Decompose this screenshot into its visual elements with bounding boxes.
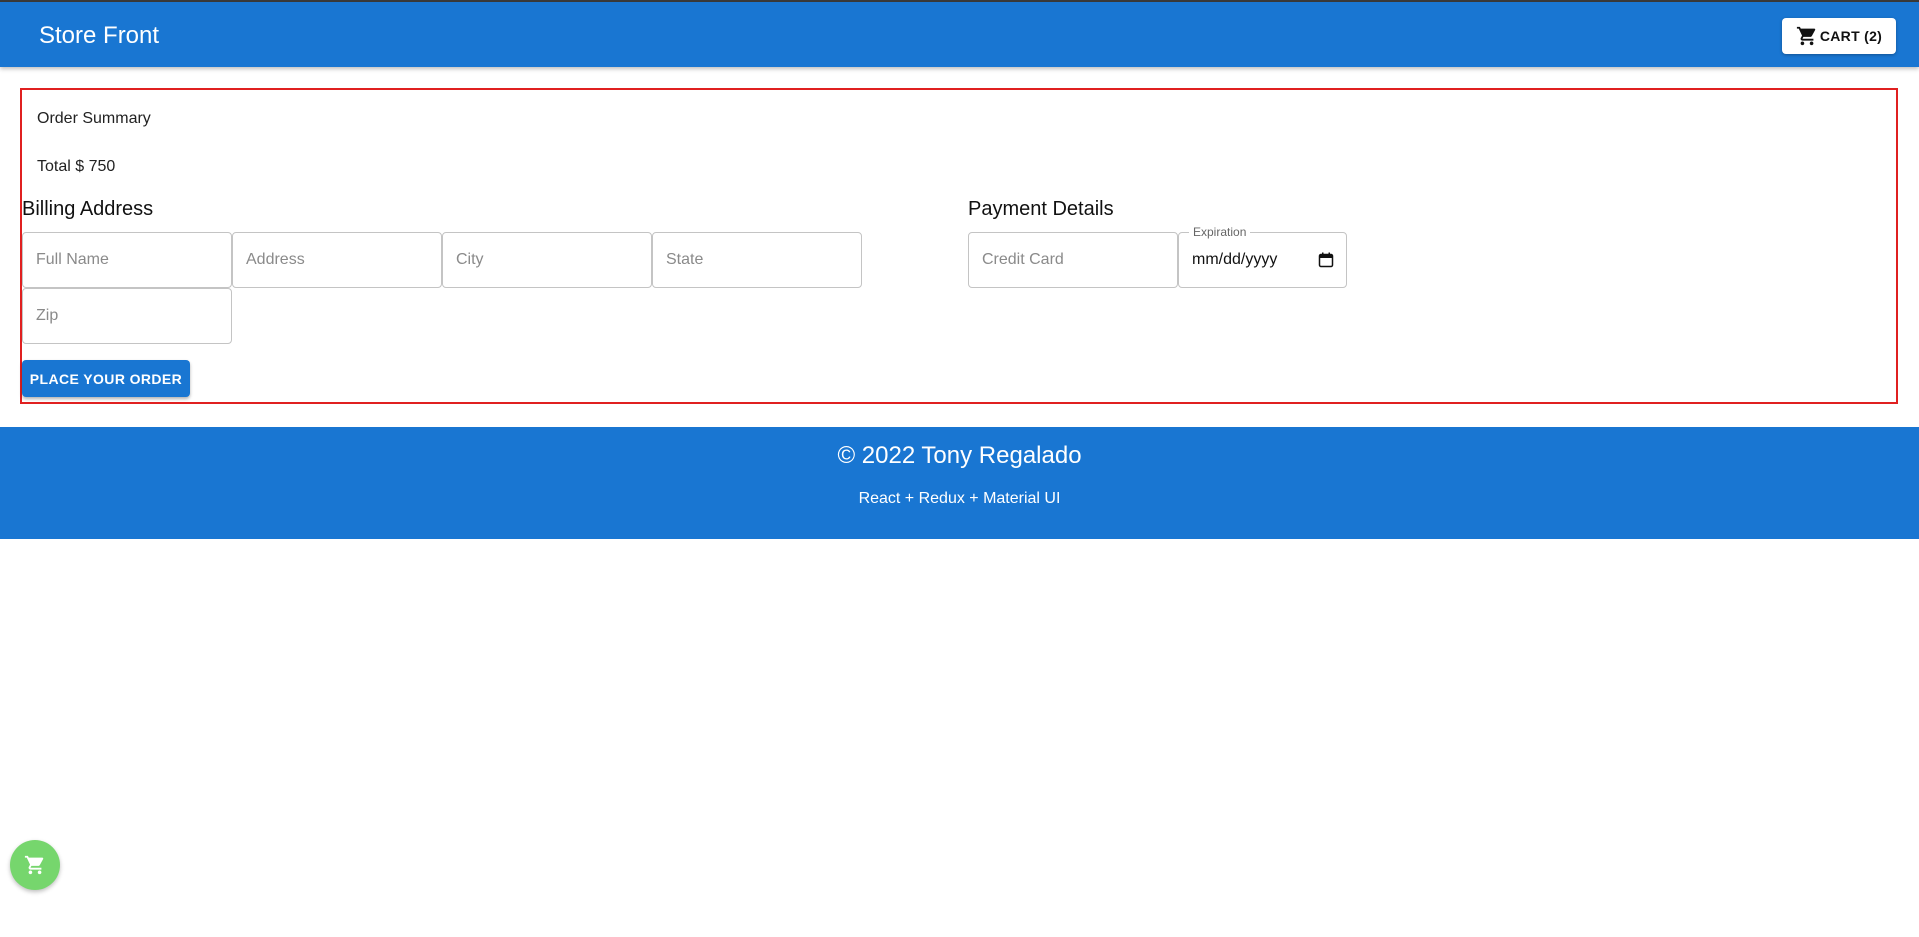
address-input[interactable] (233, 233, 441, 287)
full-name-input[interactable] (23, 233, 231, 287)
place-order-button[interactable]: PLACE YOUR ORDER (22, 360, 190, 397)
city-input[interactable] (443, 233, 651, 287)
cart-button[interactable]: CART (2) (1782, 18, 1896, 54)
app-bar: Store Front CART (2) (0, 2, 1919, 67)
floating-cart-button[interactable] (10, 840, 60, 890)
expiration-date-value[interactable]: mm/dd/yyyy (1192, 251, 1277, 269)
app-title: Store Front (39, 22, 160, 49)
state-input[interactable] (653, 233, 861, 287)
calendar-icon[interactable] (1318, 252, 1334, 268)
footer-copyright: © 2022 Tony Regalado (837, 442, 1082, 469)
city-field[interactable] (442, 232, 652, 288)
shopping-cart-icon (1796, 26, 1816, 46)
expiration-label: Expiration (1189, 225, 1251, 239)
shopping-cart-icon (24, 855, 44, 875)
order-total: Total $ 750 (37, 158, 116, 175)
full-name-field[interactable] (22, 232, 232, 288)
address-field[interactable] (232, 232, 442, 288)
order-summary-title: Order Summary (37, 110, 151, 127)
zip-input[interactable] (23, 289, 231, 343)
page-footer: © 2022 Tony Regalado React + Redux + Mat… (0, 427, 1919, 539)
credit-card-input[interactable] (969, 233, 1177, 287)
credit-card-field[interactable] (968, 232, 1178, 288)
expiration-date-field[interactable]: Expiration mm/dd/yyyy (1178, 225, 1347, 288)
cart-button-label: CART (2) (1819, 28, 1883, 44)
zip-field[interactable] (22, 288, 232, 344)
billing-address-heading: Billing Address (22, 198, 154, 220)
state-field[interactable] (652, 232, 862, 288)
footer-tech-stack: React + Redux + Material UI (858, 490, 1061, 507)
payment-details-heading: Payment Details (968, 198, 1114, 220)
